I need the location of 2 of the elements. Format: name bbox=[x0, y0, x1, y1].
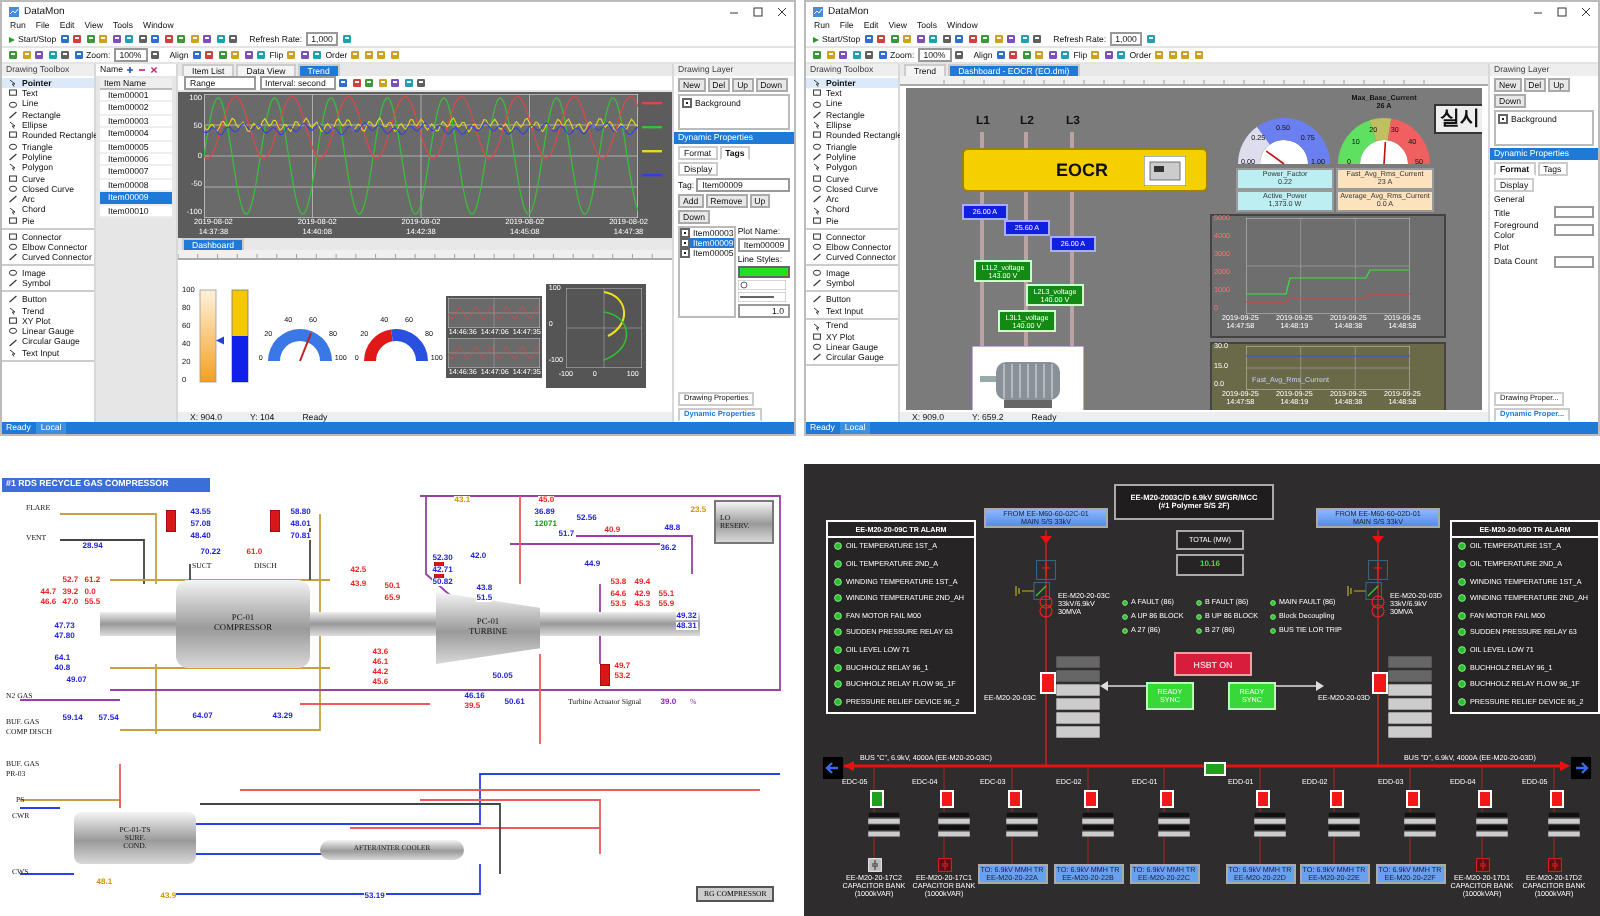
run-button[interactable]: 실시 bbox=[1434, 104, 1482, 134]
device-label: EOCR bbox=[1056, 160, 1109, 180]
